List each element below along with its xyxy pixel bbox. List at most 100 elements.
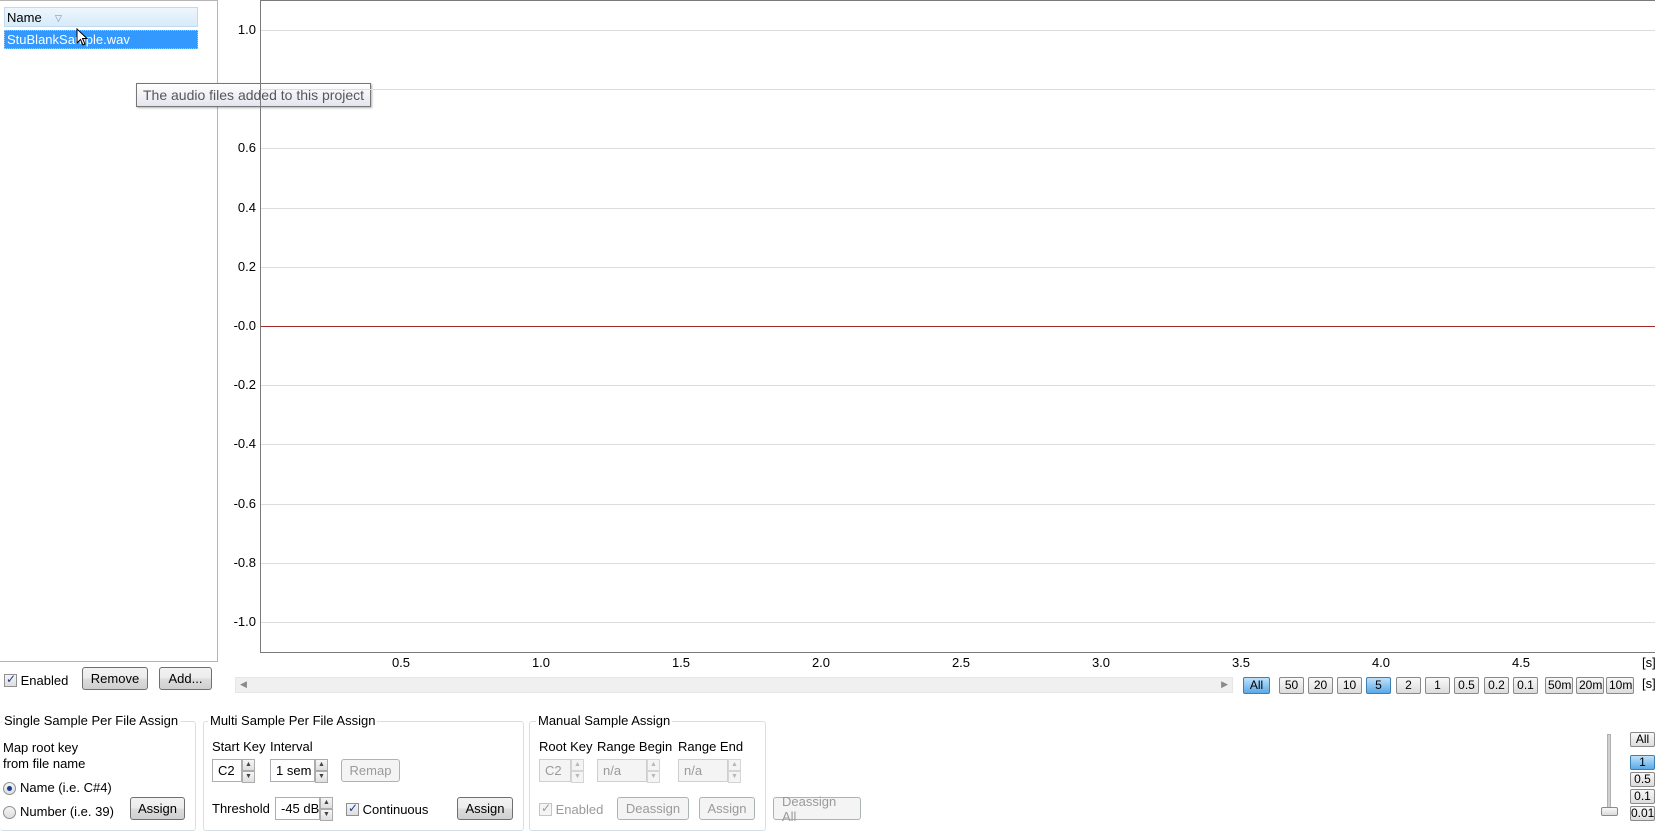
start-key-field[interactable]: C2 (212, 759, 242, 782)
file-name: StuBlankSample.wav (7, 32, 130, 47)
h-zoom-button-2[interactable]: 2 (1396, 677, 1421, 694)
radio-name[interactable] (3, 782, 16, 795)
grid-line (261, 444, 1655, 445)
grid-line (261, 148, 1655, 149)
arrow-up-icon[interactable]: ▲ (315, 759, 328, 771)
arrow-down-icon[interactable]: ▼ (647, 771, 660, 783)
multi-assign-button[interactable]: Assign (457, 797, 513, 820)
deassign-button[interactable]: Deassign (617, 797, 689, 820)
arrow-down-icon[interactable]: ▼ (315, 771, 328, 783)
radio-number-label: Number (i.e. 39) (20, 804, 114, 819)
h-zoom-button-20m[interactable]: 20m (1576, 677, 1604, 694)
interval-stepper[interactable]: 1 sem ▲ ▼ (270, 759, 328, 783)
scroll-right-icon[interactable]: ▶ (1221, 679, 1228, 690)
single-assign-title: Single Sample Per File Assign (2, 713, 181, 728)
range-begin-field[interactable]: n/a (597, 759, 647, 782)
radio-number[interactable] (3, 806, 16, 819)
interval-field[interactable]: 1 sem (270, 759, 315, 782)
remap-button[interactable]: Remap (341, 759, 400, 782)
v-zoom-button-1[interactable]: 1 (1630, 755, 1655, 770)
arrow-up-icon[interactable]: ▲ (242, 759, 255, 771)
h-zoom-button-0.1[interactable]: 0.1 (1513, 677, 1538, 694)
h-zoom-button-All[interactable]: All (1243, 677, 1270, 694)
arrow-up-icon[interactable]: ▲ (320, 797, 333, 809)
range-end-field[interactable]: n/a (678, 759, 728, 782)
h-zoom-button-0.5[interactable]: 0.5 (1454, 677, 1479, 694)
start-key-stepper[interactable]: C2 ▲ ▼ (212, 759, 255, 783)
from-file-name-label: from file name (3, 756, 86, 771)
threshold-stepper[interactable]: -45 dB ▲ ▼ (275, 797, 333, 821)
x-tick-label: 2.0 (811, 655, 831, 670)
range-begin-arrows[interactable]: ▲ ▼ (647, 759, 660, 783)
enabled-checkbox[interactable]: Enabled (4, 672, 68, 688)
h-zoom-button-10[interactable]: 10 (1337, 677, 1362, 694)
remove-button[interactable]: Remove (82, 667, 148, 690)
vertical-zoom-slider-thumb[interactable] (1601, 807, 1618, 816)
v-zoom-button-All[interactable]: All (1630, 732, 1655, 747)
y-tick-label: 0.4 (237, 200, 256, 215)
range-begin-stepper[interactable]: n/a ▲ ▼ (597, 759, 660, 783)
range-end-arrows[interactable]: ▲ ▼ (728, 759, 741, 783)
grid-line (261, 504, 1655, 505)
arrow-up-icon[interactable]: ▲ (728, 759, 741, 771)
h-zoom-button-10m[interactable]: 10m (1606, 677, 1634, 694)
h-zoom-button-0.2[interactable]: 0.2 (1484, 677, 1509, 694)
h-zoom-button-50m[interactable]: 50m (1545, 677, 1573, 694)
enabled-check-icon[interactable] (4, 672, 17, 688)
interval-label: Interval (270, 739, 313, 754)
scroll-left-icon[interactable]: ◀ (240, 679, 247, 690)
manual-assign-title: Manual Sample Assign (536, 713, 673, 728)
map-root-key-label: Map root key (3, 740, 79, 755)
h-zoom-button-1[interactable]: 1 (1425, 677, 1450, 694)
x-tick-label: 2.5 (951, 655, 971, 670)
start-key-arrows[interactable]: ▲ ▼ (242, 759, 255, 783)
arrow-down-icon[interactable]: ▼ (242, 771, 255, 783)
horizontal-scrollbar[interactable]: ◀ ▶ (235, 677, 1233, 693)
enabled-label: Enabled (20, 673, 69, 689)
x-tick-label: 3.5 (1231, 655, 1251, 670)
sort-arrow-icon: ▽ (55, 13, 62, 23)
deassign-all-button[interactable]: Deassign All (773, 794, 861, 824)
grid-line (261, 385, 1655, 386)
continuous-checkbox[interactable]: Continuous (346, 801, 428, 817)
x-tick-label: 1.0 (531, 655, 551, 670)
arrow-down-icon[interactable]: ▼ (320, 809, 333, 821)
list-item[interactable]: StuBlankSample.wav (4, 30, 198, 49)
y-tick-label: 0.2 (237, 259, 256, 274)
name-column-header[interactable]: Name ▽ (4, 7, 198, 27)
manual-enabled-check-icon[interactable] (539, 801, 552, 817)
continuous-label: Continuous (362, 802, 429, 818)
y-tick-label: 1.0 (237, 22, 256, 37)
root-key-label: Root Key (539, 739, 593, 754)
grid-line (261, 208, 1655, 209)
vertical-zoom-slider[interactable] (1607, 734, 1611, 814)
interval-arrows[interactable]: ▲ ▼ (315, 759, 328, 783)
v-zoom-button-0.5[interactable]: 0.5 (1630, 772, 1655, 787)
grid-line (261, 30, 1655, 31)
y-zoom-unit: [s] (1642, 676, 1655, 691)
threshold-arrows[interactable]: ▲ ▼ (320, 797, 333, 821)
single-assign-button[interactable]: Assign (130, 797, 185, 820)
v-zoom-button-0.1[interactable]: 0.1 (1630, 789, 1655, 804)
h-zoom-button-5[interactable]: 5 (1366, 677, 1391, 694)
threshold-field[interactable]: -45 dB (275, 797, 320, 820)
x-tick-label: 3.0 (1091, 655, 1111, 670)
h-zoom-button-50[interactable]: 50 (1279, 677, 1304, 694)
add-button[interactable]: Add... (159, 667, 212, 690)
root-key-stepper[interactable]: C2 ▲ ▼ (539, 759, 584, 783)
h-zoom-button-20[interactable]: 20 (1308, 677, 1333, 694)
y-tick-label: -0.0 (233, 318, 256, 333)
arrow-up-icon[interactable]: ▲ (647, 759, 660, 771)
root-key-field[interactable]: C2 (539, 759, 571, 782)
continuous-check-icon[interactable] (346, 801, 359, 817)
range-end-stepper[interactable]: n/a ▲ ▼ (678, 759, 741, 783)
y-tick-label: -0.4 (233, 436, 256, 451)
arrow-up-icon[interactable]: ▲ (571, 759, 584, 771)
x-tick-label: 4.5 (1511, 655, 1531, 670)
arrow-down-icon[interactable]: ▼ (571, 771, 584, 783)
manual-assign-button[interactable]: Assign (699, 797, 755, 820)
arrow-down-icon[interactable]: ▼ (728, 771, 741, 783)
v-zoom-button-0.01[interactable]: 0.01 (1630, 806, 1655, 821)
root-key-arrows[interactable]: ▲ ▼ (571, 759, 584, 783)
manual-enabled-checkbox[interactable]: Enabled (539, 801, 603, 817)
